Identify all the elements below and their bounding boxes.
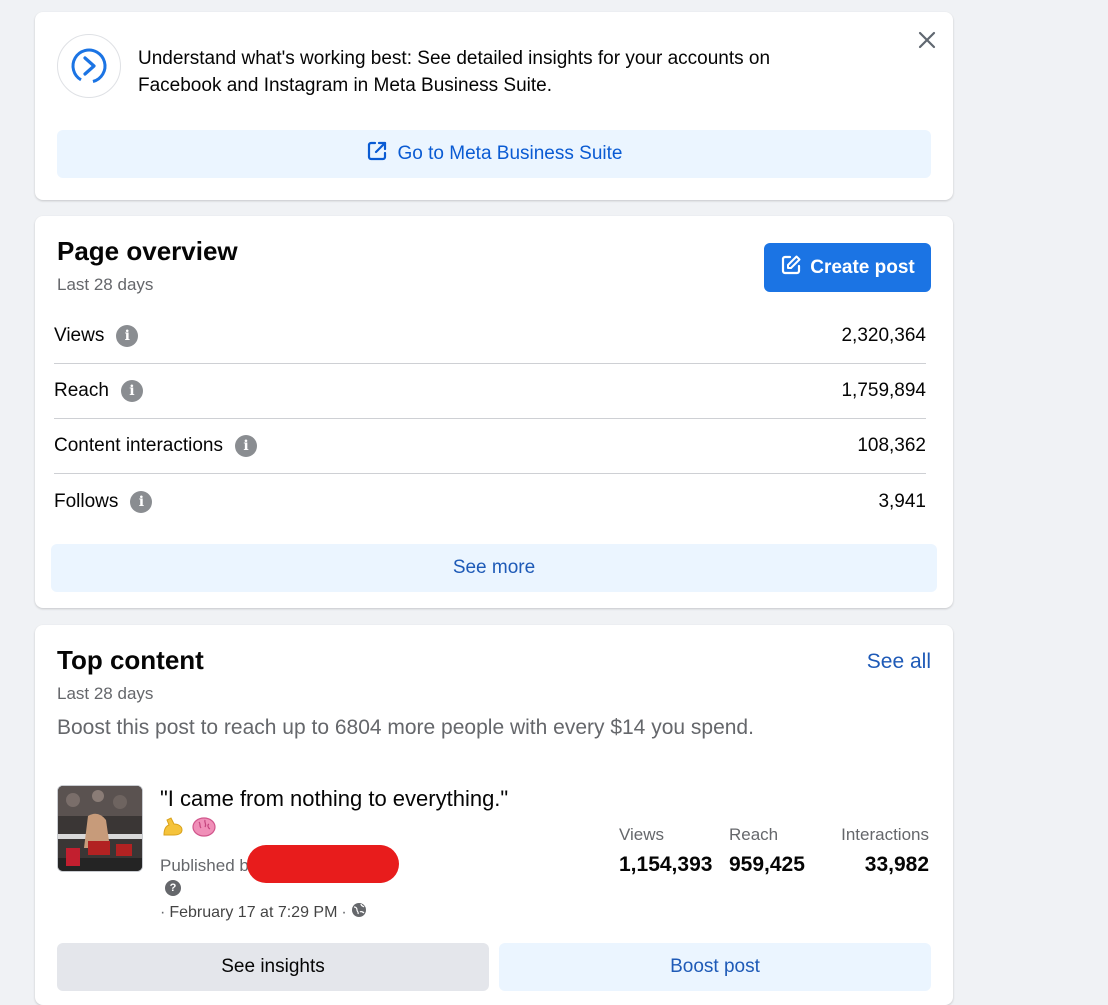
stat-label: Reach	[729, 825, 779, 844]
info-icon[interactable]: i	[130, 490, 153, 513]
create-post-button[interactable]: Create post	[764, 243, 931, 292]
top-content-title: Top content	[57, 645, 204, 675]
meta-business-suite-logo-icon	[57, 34, 121, 98]
metric-label: Reach	[54, 380, 109, 401]
info-icon[interactable]: i	[120, 380, 143, 402]
stat-label: Views	[619, 825, 665, 844]
post-date-line: · February 17 at 7:29 PM ·	[160, 902, 367, 923]
see-more-button[interactable]: See more	[51, 544, 937, 592]
external-link-icon	[366, 140, 388, 168]
post-stat-interactions: Interactions 33,982	[841, 825, 929, 877]
page-overview-title: Page overview	[57, 236, 238, 266]
info-icon[interactable]: i	[116, 325, 139, 347]
redaction-mark	[247, 845, 399, 883]
top-content-card: Top content Last 28 days See all Boost t…	[35, 625, 953, 1005]
close-icon[interactable]	[915, 28, 939, 52]
edit-icon	[780, 254, 802, 282]
metric-value: 1,759,894	[841, 380, 926, 401]
top-content-period: Last 28 days	[57, 684, 154, 703]
go-to-meta-business-suite-button[interactable]: Go to Meta Business Suite	[57, 130, 931, 178]
metric-value: 3,941	[878, 490, 926, 512]
stat-value: 1,154,393	[619, 853, 713, 876]
metric-row-content-interactions: Content interactions i 108,362	[54, 419, 926, 474]
help-icon[interactable]: ?	[165, 880, 181, 896]
banner-message: Understand what's working best: See deta…	[138, 48, 771, 96]
info-icon[interactable]: i	[235, 435, 257, 457]
stat-label: Interactions	[841, 825, 929, 844]
published-by: Published b	[160, 856, 249, 875]
post-stat-views: Views 1,154,393	[619, 825, 712, 877]
page-overview-card: Page overview Last 28 days Create post V…	[35, 216, 953, 608]
metric-label: Content interactions	[54, 435, 223, 456]
page-overview-period: Last 28 days	[57, 275, 154, 294]
flexed-biceps-icon	[161, 815, 185, 844]
see-insights-button[interactable]: See insights	[57, 943, 489, 991]
post-stat-reach: Reach 959,425	[729, 825, 805, 877]
stat-value: 959,425	[729, 853, 805, 876]
metric-label: Follows	[54, 490, 119, 512]
meta-business-suite-banner: Understand what's working best: See deta…	[35, 12, 953, 200]
metric-value: 2,320,364	[841, 325, 926, 346]
post-thumbnail[interactable]	[57, 785, 143, 872]
metric-row-views: Views i 2,320,364	[54, 309, 926, 364]
see-all-link[interactable]: See all	[867, 650, 931, 674]
stat-value: 33,982	[864, 853, 929, 876]
boost-post-button[interactable]: Boost post	[499, 943, 931, 991]
create-post-label: Create post	[810, 256, 915, 278]
metric-row-reach: Reach i 1,759,894	[54, 364, 926, 419]
post-emojis	[161, 815, 217, 844]
globe-icon	[351, 902, 367, 923]
metric-row-follows: Follows i 3,941	[54, 474, 926, 529]
brain-icon	[191, 815, 217, 844]
boost-message: Boost this post to reach up to 6804 more…	[57, 716, 754, 739]
post-date[interactable]: February 17 at 7:29 PM	[169, 904, 337, 922]
go-to-meta-business-suite-label: Go to Meta Business Suite	[397, 143, 623, 164]
post-text[interactable]: "I came from nothing to everything."	[160, 786, 508, 812]
metric-label: Views	[54, 325, 105, 346]
metric-value: 108,362	[857, 435, 926, 456]
